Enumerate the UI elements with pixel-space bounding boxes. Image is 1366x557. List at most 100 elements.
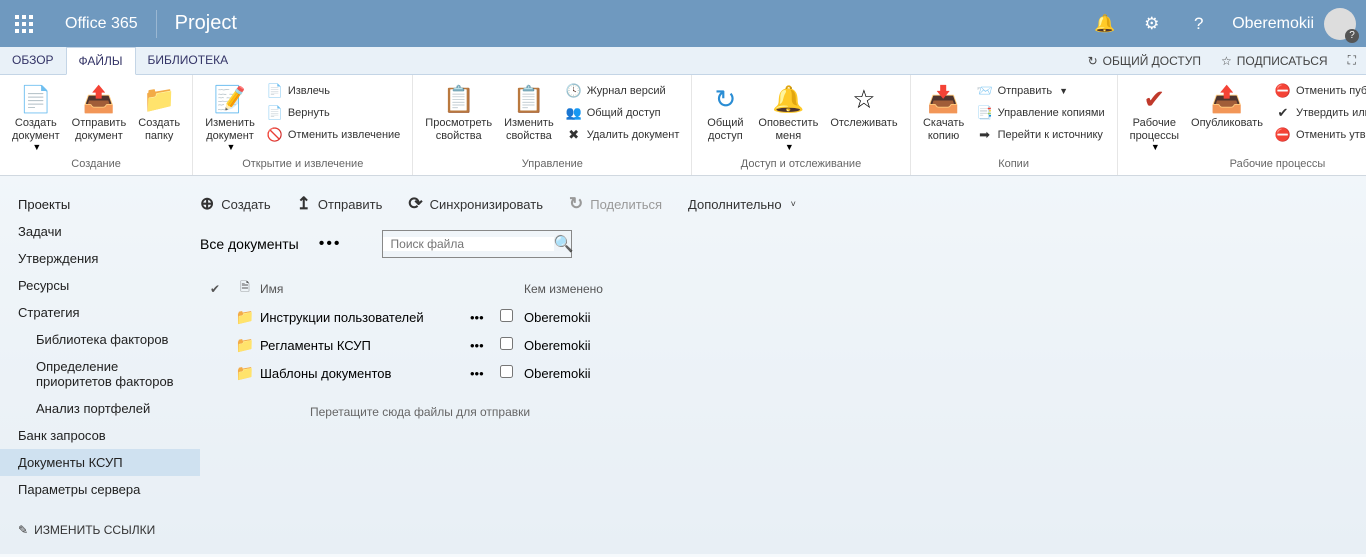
folder-icon: 📁 xyxy=(230,364,260,382)
unpublish-button[interactable]: ⛔Отменить публикацию xyxy=(1271,81,1366,101)
sync-icon: ⟳ xyxy=(408,194,422,214)
item-menu-icon[interactable]: ••• xyxy=(470,338,500,353)
edit-document-button[interactable]: 📝Изменитьдокумент▼ xyxy=(201,81,259,154)
nav-item[interactable]: Ресурсы xyxy=(0,272,200,299)
workflow-icon: ✔ xyxy=(1138,83,1170,115)
app-launcher-icon[interactable] xyxy=(0,0,47,47)
ribbon: 📄Создатьдокумент▼ 📤Отправитьдокумент 📁Со… xyxy=(0,75,1366,176)
version-history-button[interactable]: 🕓Журнал версий xyxy=(562,81,684,101)
nav-item[interactable]: Задачи xyxy=(0,218,200,245)
upload-button[interactable]: ↥Отправить xyxy=(297,194,383,214)
tab-overview[interactable]: ОБЗОР xyxy=(0,47,66,74)
plus-icon: ⊕ xyxy=(200,194,214,214)
new-button[interactable]: ⊕Создать xyxy=(200,194,271,214)
focus-icon[interactable]: ⛶ xyxy=(1338,47,1366,74)
item-name[interactable]: Шаблоны документов xyxy=(260,366,470,381)
create-folder-button[interactable]: 📁Создатьпапку xyxy=(134,81,184,144)
share-icon: ↻ xyxy=(569,194,583,214)
type-icon-header: 🗎 xyxy=(230,278,260,299)
command-bar: ⊕Создать ↥Отправить ⟳Синхронизировать ↻П… xyxy=(200,186,1366,222)
follow-page-button[interactable]: ☆ПОДПИСАТЬСЯ xyxy=(1211,47,1338,74)
user-menu[interactable]: Oberemokii xyxy=(1222,8,1366,40)
bell-icon: 🔔 xyxy=(772,83,804,115)
checkout-button[interactable]: 📄Извлечь xyxy=(263,81,404,101)
item-menu-icon[interactable]: ••• xyxy=(470,366,500,381)
upload-document-button[interactable]: 📤Отправитьдокумент xyxy=(68,81,131,144)
folder-icon: 📁 xyxy=(230,336,260,354)
edit-icon: 📝 xyxy=(214,83,246,115)
nav-item[interactable]: Параметры сервера xyxy=(0,476,200,503)
search-input[interactable] xyxy=(383,237,554,251)
checkin-button[interactable]: 📄Вернуть xyxy=(263,103,404,123)
group-label: Доступ и отслеживание xyxy=(700,155,901,173)
goto-source-button[interactable]: ➡Перейти к источнику xyxy=(973,125,1109,145)
cancel-approval-button[interactable]: ⛔Отменить утверждение xyxy=(1271,125,1366,145)
nav-item[interactable]: Утверждения xyxy=(0,245,200,272)
manage-copies-button[interactable]: 📑Управление копиями xyxy=(973,103,1109,123)
help-icon[interactable]: ? xyxy=(1175,0,1222,47)
workflows-button[interactable]: ✔Рабочиепроцессы▼ xyxy=(1126,81,1183,154)
nav-item[interactable]: Банк запросов xyxy=(0,422,200,449)
follow-button[interactable]: ☆Отслеживать xyxy=(826,81,901,132)
item-modified-by[interactable]: Oberemokii xyxy=(524,366,674,381)
list-row[interactable]: 📁Инструкции пользователей••• Oberemokii xyxy=(200,303,1366,331)
item-name[interactable]: Инструкции пользователей xyxy=(260,310,470,325)
item-modified-by[interactable]: Oberemokii xyxy=(524,310,674,325)
edit-properties-button[interactable]: 📋Изменитьсвойства xyxy=(500,81,558,144)
approve-reject-button[interactable]: ✔Утвердить или отклонить xyxy=(1271,103,1366,123)
item-name[interactable]: Регламенты КСУП xyxy=(260,338,470,353)
modified-by-column-header[interactable]: Кем изменено xyxy=(524,282,674,296)
nav-item[interactable]: Библиотека факторов xyxy=(0,326,200,353)
list-row[interactable]: 📁Регламенты КСУП••• Oberemokii xyxy=(200,331,1366,359)
list-row[interactable]: 📁Шаблоны документов••• Oberemokii xyxy=(200,359,1366,387)
nav-item[interactable]: Стратегия xyxy=(0,299,200,326)
avatar-icon xyxy=(1324,8,1356,40)
nav-item[interactable]: Документы КСУП xyxy=(0,449,200,476)
nav-item[interactable]: Анализ портфелей xyxy=(0,395,200,422)
shared-with-button[interactable]: 👥Общий доступ xyxy=(562,103,684,123)
edit-links-button[interactable]: ✎ИЗМЕНИТЬ ССЫЛКИ xyxy=(0,503,200,557)
notifications-icon[interactable]: 🔔 xyxy=(1081,0,1128,47)
publish-button[interactable]: 📤Опубликовать xyxy=(1187,81,1267,132)
cancel-icon: ⛔ xyxy=(1275,127,1291,143)
select-all-check[interactable]: ✔ xyxy=(200,282,230,296)
checkout-icon: 📄 xyxy=(267,83,283,99)
create-document-button[interactable]: 📄Создатьдокумент▼ xyxy=(8,81,64,154)
tab-library[interactable]: БИБЛИОТЕКА xyxy=(136,47,241,74)
share-page-button[interactable]: ↻ОБЩИЙ ДОСТУП xyxy=(1078,47,1211,74)
search-icon[interactable]: 🔍 xyxy=(554,234,574,254)
app-name[interactable]: Project xyxy=(157,12,255,35)
view-name[interactable]: Все документы xyxy=(200,236,299,252)
user-name: Oberemokii xyxy=(1232,15,1314,33)
name-column-header[interactable]: Имя xyxy=(260,282,470,296)
sync-button[interactable]: ⟳Синхронизировать xyxy=(408,194,543,214)
delete-document-button[interactable]: ✖Удалить документ xyxy=(562,125,684,145)
alert-me-button[interactable]: 🔔Оповеститьменя▼ xyxy=(754,81,822,154)
share-cmd-button[interactable]: ↻Поделиться xyxy=(569,194,662,214)
brand-label[interactable]: Office 365 xyxy=(47,15,156,33)
view-properties-button[interactable]: 📋Просмотретьсвойства xyxy=(421,81,496,144)
send-to-button[interactable]: 📨Отправить▼ xyxy=(973,81,1109,101)
item-modified-by[interactable]: Oberemokii xyxy=(524,338,674,353)
copies-icon: 📑 xyxy=(977,105,993,121)
folder-icon: 📁 xyxy=(230,308,260,326)
item-checkbox[interactable] xyxy=(500,337,513,350)
nav-item[interactable]: Проекты xyxy=(0,191,200,218)
share-icon: ↻ xyxy=(709,83,741,115)
checkin-icon: 📄 xyxy=(267,105,283,121)
discard-checkout-button[interactable]: 🚫Отменить извлечение xyxy=(263,125,404,145)
nav-item[interactable]: Определение приоритетов факторов xyxy=(0,353,200,395)
view-menu-icon[interactable]: ••• xyxy=(319,235,342,253)
download-icon: 📥 xyxy=(928,83,960,115)
group-label: Открытие и извлечение xyxy=(201,155,404,173)
share-button[interactable]: ↻Общийдоступ xyxy=(700,81,750,144)
item-checkbox[interactable] xyxy=(500,365,513,378)
ribbon-tabs: ОБЗОР ФАЙЛЫ БИБЛИОТЕКА ↻ОБЩИЙ ДОСТУП ☆ПО… xyxy=(0,47,1366,75)
content-area: ⊕Создать ↥Отправить ⟳Синхронизировать ↻П… xyxy=(200,176,1366,554)
download-copy-button[interactable]: 📥Скачатькопию xyxy=(919,81,969,144)
item-menu-icon[interactable]: ••• xyxy=(470,310,500,325)
tab-files[interactable]: ФАЙЛЫ xyxy=(66,47,136,75)
gear-icon[interactable]: ⚙ xyxy=(1128,0,1175,47)
item-checkbox[interactable] xyxy=(500,309,513,322)
more-button[interactable]: Дополнительно˅ xyxy=(688,197,796,212)
